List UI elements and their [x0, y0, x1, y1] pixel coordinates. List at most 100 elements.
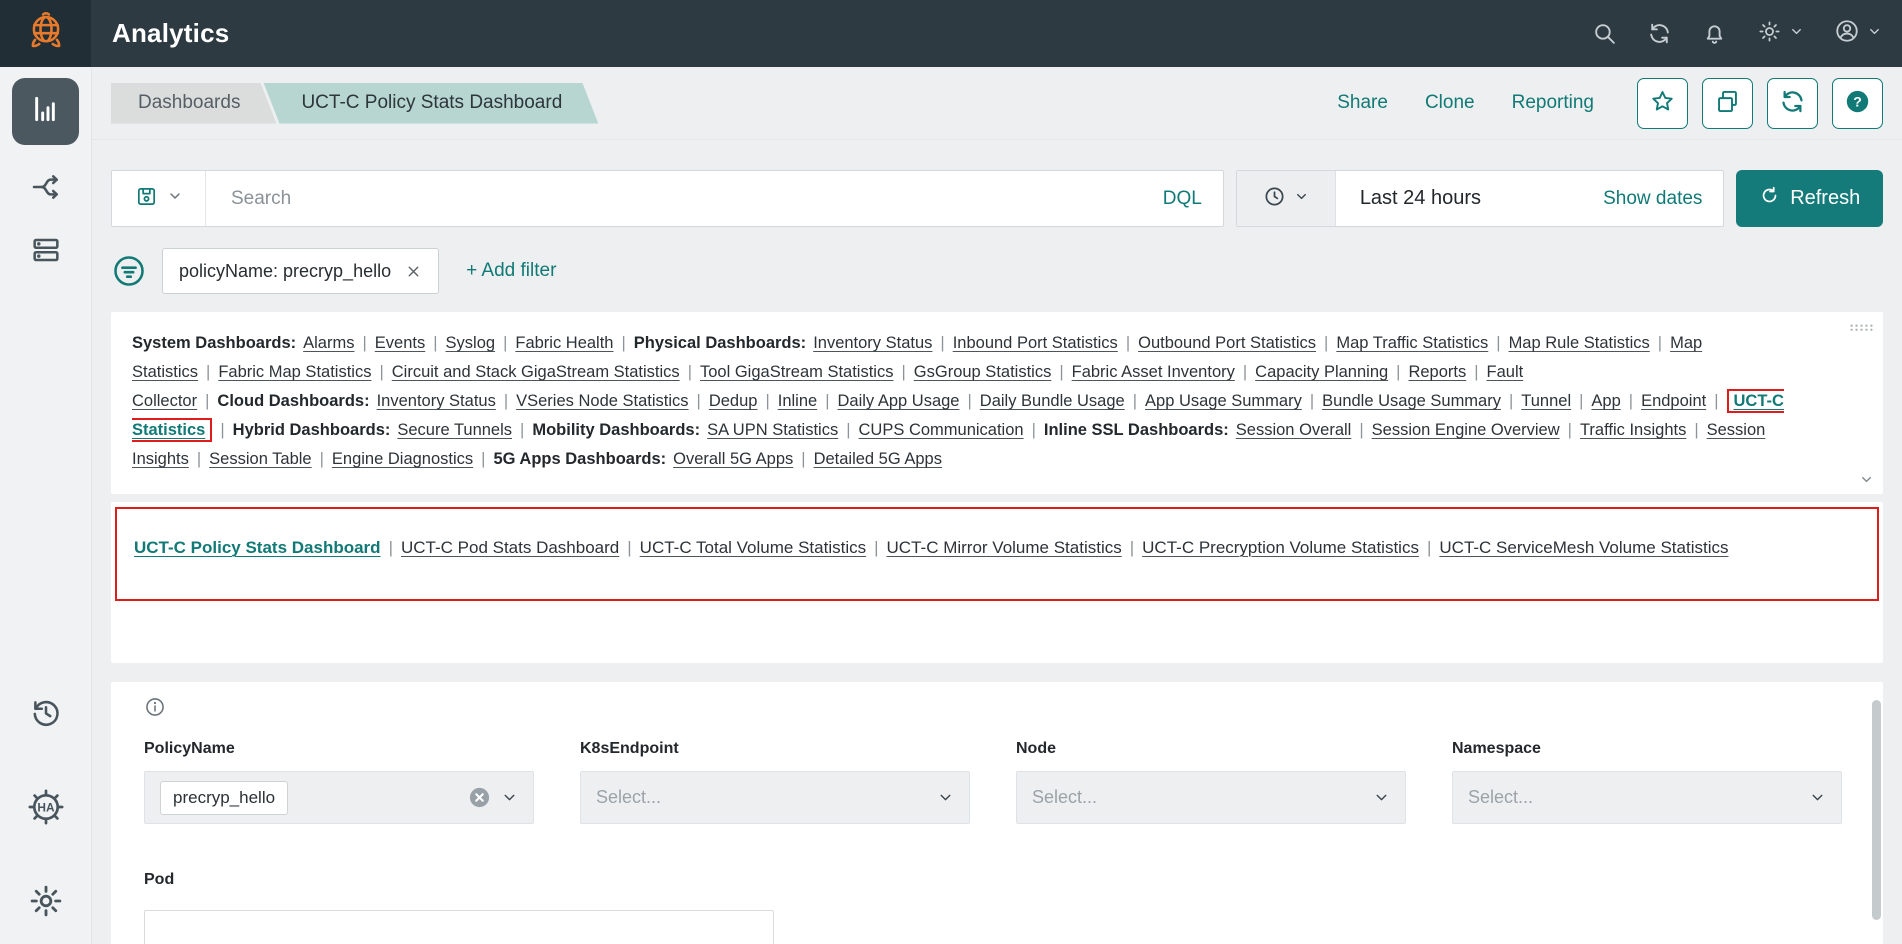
breadcrumb-tab-current-dashboard[interactable]: UCT-C Policy Stats Dashboard: [263, 83, 598, 124]
main-content: Dashboards UCT-C Policy Stats Dashboard …: [92, 67, 1902, 944]
dashboard-link[interactable]: Fabric Map Statistics: [218, 363, 371, 381]
dashboard-link[interactable]: Reports: [1408, 363, 1466, 381]
filter-icon[interactable]: [111, 253, 147, 289]
dashboard-link[interactable]: Secure Tunnels: [397, 421, 512, 439]
breadcrumb-tab-dashboards[interactable]: Dashboards: [111, 83, 276, 124]
filter-field: PolicyNameprecryp_hello: [144, 740, 534, 824]
vertical-scrollbar[interactable]: [1872, 700, 1881, 920]
saved-searches-menu[interactable]: [112, 171, 206, 226]
dashboard-link[interactable]: Detailed 5G Apps: [814, 450, 942, 468]
uct-link[interactable]: UCT-C Precryption Volume Statistics: [1142, 538, 1419, 557]
uct-links-panel: UCT-C Policy Stats Dashboard|UCT-C Pod S…: [111, 502, 1883, 663]
add-filter-button[interactable]: + Add filter: [466, 260, 556, 282]
dashboard-link[interactable]: Daily App Usage: [838, 392, 960, 410]
theme-menu[interactable]: [1757, 19, 1804, 49]
sidebar-item-history[interactable]: [29, 696, 63, 735]
uct-link-active[interactable]: UCT-C Policy Stats Dashboard: [134, 538, 381, 557]
dashboard-link[interactable]: CUPS Communication: [859, 421, 1024, 439]
uct-link[interactable]: UCT-C Total Volume Statistics: [640, 538, 866, 557]
pod-select[interactable]: [144, 910, 774, 944]
link-separator: |: [206, 363, 210, 381]
duplicate-button[interactable]: [1702, 78, 1753, 129]
uct-link[interactable]: UCT-C Pod Stats Dashboard: [401, 538, 619, 557]
dashboard-link[interactable]: App: [1591, 392, 1620, 410]
dql-toggle[interactable]: DQL: [1163, 188, 1223, 210]
sidebar-item-high-availability[interactable]: HA: [27, 788, 65, 831]
time-range-value[interactable]: Last 24 hours: [1336, 187, 1481, 210]
sync-icon[interactable]: [1647, 21, 1672, 46]
search-icon[interactable]: [1592, 21, 1617, 46]
dashboard-link[interactable]: Events: [375, 334, 425, 352]
dashboard-link[interactable]: Bundle Usage Summary: [1322, 392, 1501, 410]
favorite-star-button[interactable]: [1637, 78, 1688, 129]
dashboard-link[interactable]: SA UPN Statistics: [707, 421, 838, 439]
dashboard-link[interactable]: Traffic Insights: [1580, 421, 1686, 439]
dashboard-link[interactable]: Inventory Status: [377, 392, 496, 410]
k8sendpoint-select[interactable]: Select...: [580, 771, 970, 824]
search-input[interactable]: [206, 188, 1163, 210]
dashboard-link[interactable]: Daily Bundle Usage: [980, 392, 1125, 410]
dashboard-link[interactable]: Session Table: [209, 450, 311, 468]
dashboard-link[interactable]: App Usage Summary: [1145, 392, 1302, 410]
dashboard-link[interactable]: VSeries Node Statistics: [516, 392, 688, 410]
sidebar-bottom-group: HA: [27, 696, 65, 923]
policyname-select[interactable]: precryp_hello: [144, 771, 534, 824]
dashboard-link[interactable]: Endpoint: [1641, 392, 1706, 410]
clear-tag-icon[interactable]: [468, 786, 491, 809]
active-filter-pill[interactable]: policyName: precryp_hello: [162, 248, 439, 294]
link-separator: |: [320, 450, 324, 468]
dashboard-link[interactable]: Tool GigaStream Statistics: [700, 363, 894, 381]
refresh-button[interactable]: Refresh: [1736, 170, 1883, 227]
dashboard-link[interactable]: Alarms: [303, 334, 354, 352]
user-menu[interactable]: [1834, 18, 1882, 49]
dashboard-link[interactable]: Circuit and Stack GigaStream Statistics: [392, 363, 680, 381]
panel-drag-handle-icon[interactable]: [1848, 319, 1875, 337]
remove-filter-icon[interactable]: [405, 263, 422, 280]
uct-link[interactable]: UCT-C ServiceMesh Volume Statistics: [1439, 538, 1728, 557]
dashboard-link[interactable]: Fabric Asset Inventory: [1072, 363, 1235, 381]
reporting-button[interactable]: Reporting: [1512, 92, 1594, 114]
help-button[interactable]: ?: [1832, 78, 1883, 129]
dashboard-link[interactable]: Tunnel: [1521, 392, 1571, 410]
scroll-down-icon[interactable]: [1859, 472, 1874, 492]
dashboard-link[interactable]: Overall 5G Apps: [673, 450, 793, 468]
dashboard-link[interactable]: GsGroup Statistics: [914, 363, 1052, 381]
sidebar-item-dashboards[interactable]: [12, 78, 79, 145]
sidebar-item-settings[interactable]: [29, 884, 63, 923]
clock-icon: [1263, 185, 1286, 213]
link-separator: |: [688, 363, 692, 381]
info-icon[interactable]: [144, 696, 166, 718]
dashboard-link[interactable]: Session Overall: [1236, 421, 1352, 439]
dashboard-link[interactable]: Session Engine Overview: [1372, 421, 1560, 439]
dashboard-link[interactable]: Syslog: [446, 334, 496, 352]
dashboard-link[interactable]: Dedup: [709, 392, 758, 410]
show-dates-link[interactable]: Show dates: [1603, 188, 1723, 210]
dashboard-link[interactable]: Inline: [778, 392, 817, 410]
header-icon-buttons: ?: [1637, 78, 1883, 129]
clone-button[interactable]: Clone: [1425, 92, 1475, 114]
dashboard-link[interactable]: Inbound Port Statistics: [953, 334, 1118, 352]
dashboard-group-label: Cloud Dashboards:: [217, 392, 369, 410]
save-floppy-icon: [135, 185, 158, 213]
link-separator: |: [1496, 334, 1500, 352]
dashboard-link[interactable]: Capacity Planning: [1255, 363, 1388, 381]
sidebar-item-inventory[interactable]: [30, 234, 62, 271]
app-logo[interactable]: [0, 0, 91, 67]
node-select[interactable]: Select...: [1016, 771, 1406, 824]
notifications-bell-icon[interactable]: [1702, 21, 1727, 46]
time-picker-menu[interactable]: [1237, 171, 1336, 226]
dashboard-link[interactable]: Map Rule Statistics: [1509, 334, 1650, 352]
dashboard-link[interactable]: Inventory Status: [813, 334, 932, 352]
dashboard-link[interactable]: Map Traffic Statistics: [1336, 334, 1488, 352]
sidebar-item-traffic[interactable]: [30, 171, 62, 208]
dashboard-links-text: System Dashboards:Alarms|Events|Syslog|F…: [132, 329, 1821, 474]
dashboard-link[interactable]: Fabric Health: [515, 334, 613, 352]
share-button[interactable]: Share: [1337, 92, 1388, 114]
dashboard-link[interactable]: Engine Diagnostics: [332, 450, 473, 468]
namespace-select[interactable]: Select...: [1452, 771, 1842, 824]
uct-link[interactable]: UCT-C Mirror Volume Statistics: [887, 538, 1122, 557]
reload-dashboard-button[interactable]: [1767, 78, 1818, 129]
chevron-down-icon: [501, 789, 518, 806]
link-separator: |: [1359, 421, 1363, 439]
dashboard-link[interactable]: Outbound Port Statistics: [1138, 334, 1316, 352]
